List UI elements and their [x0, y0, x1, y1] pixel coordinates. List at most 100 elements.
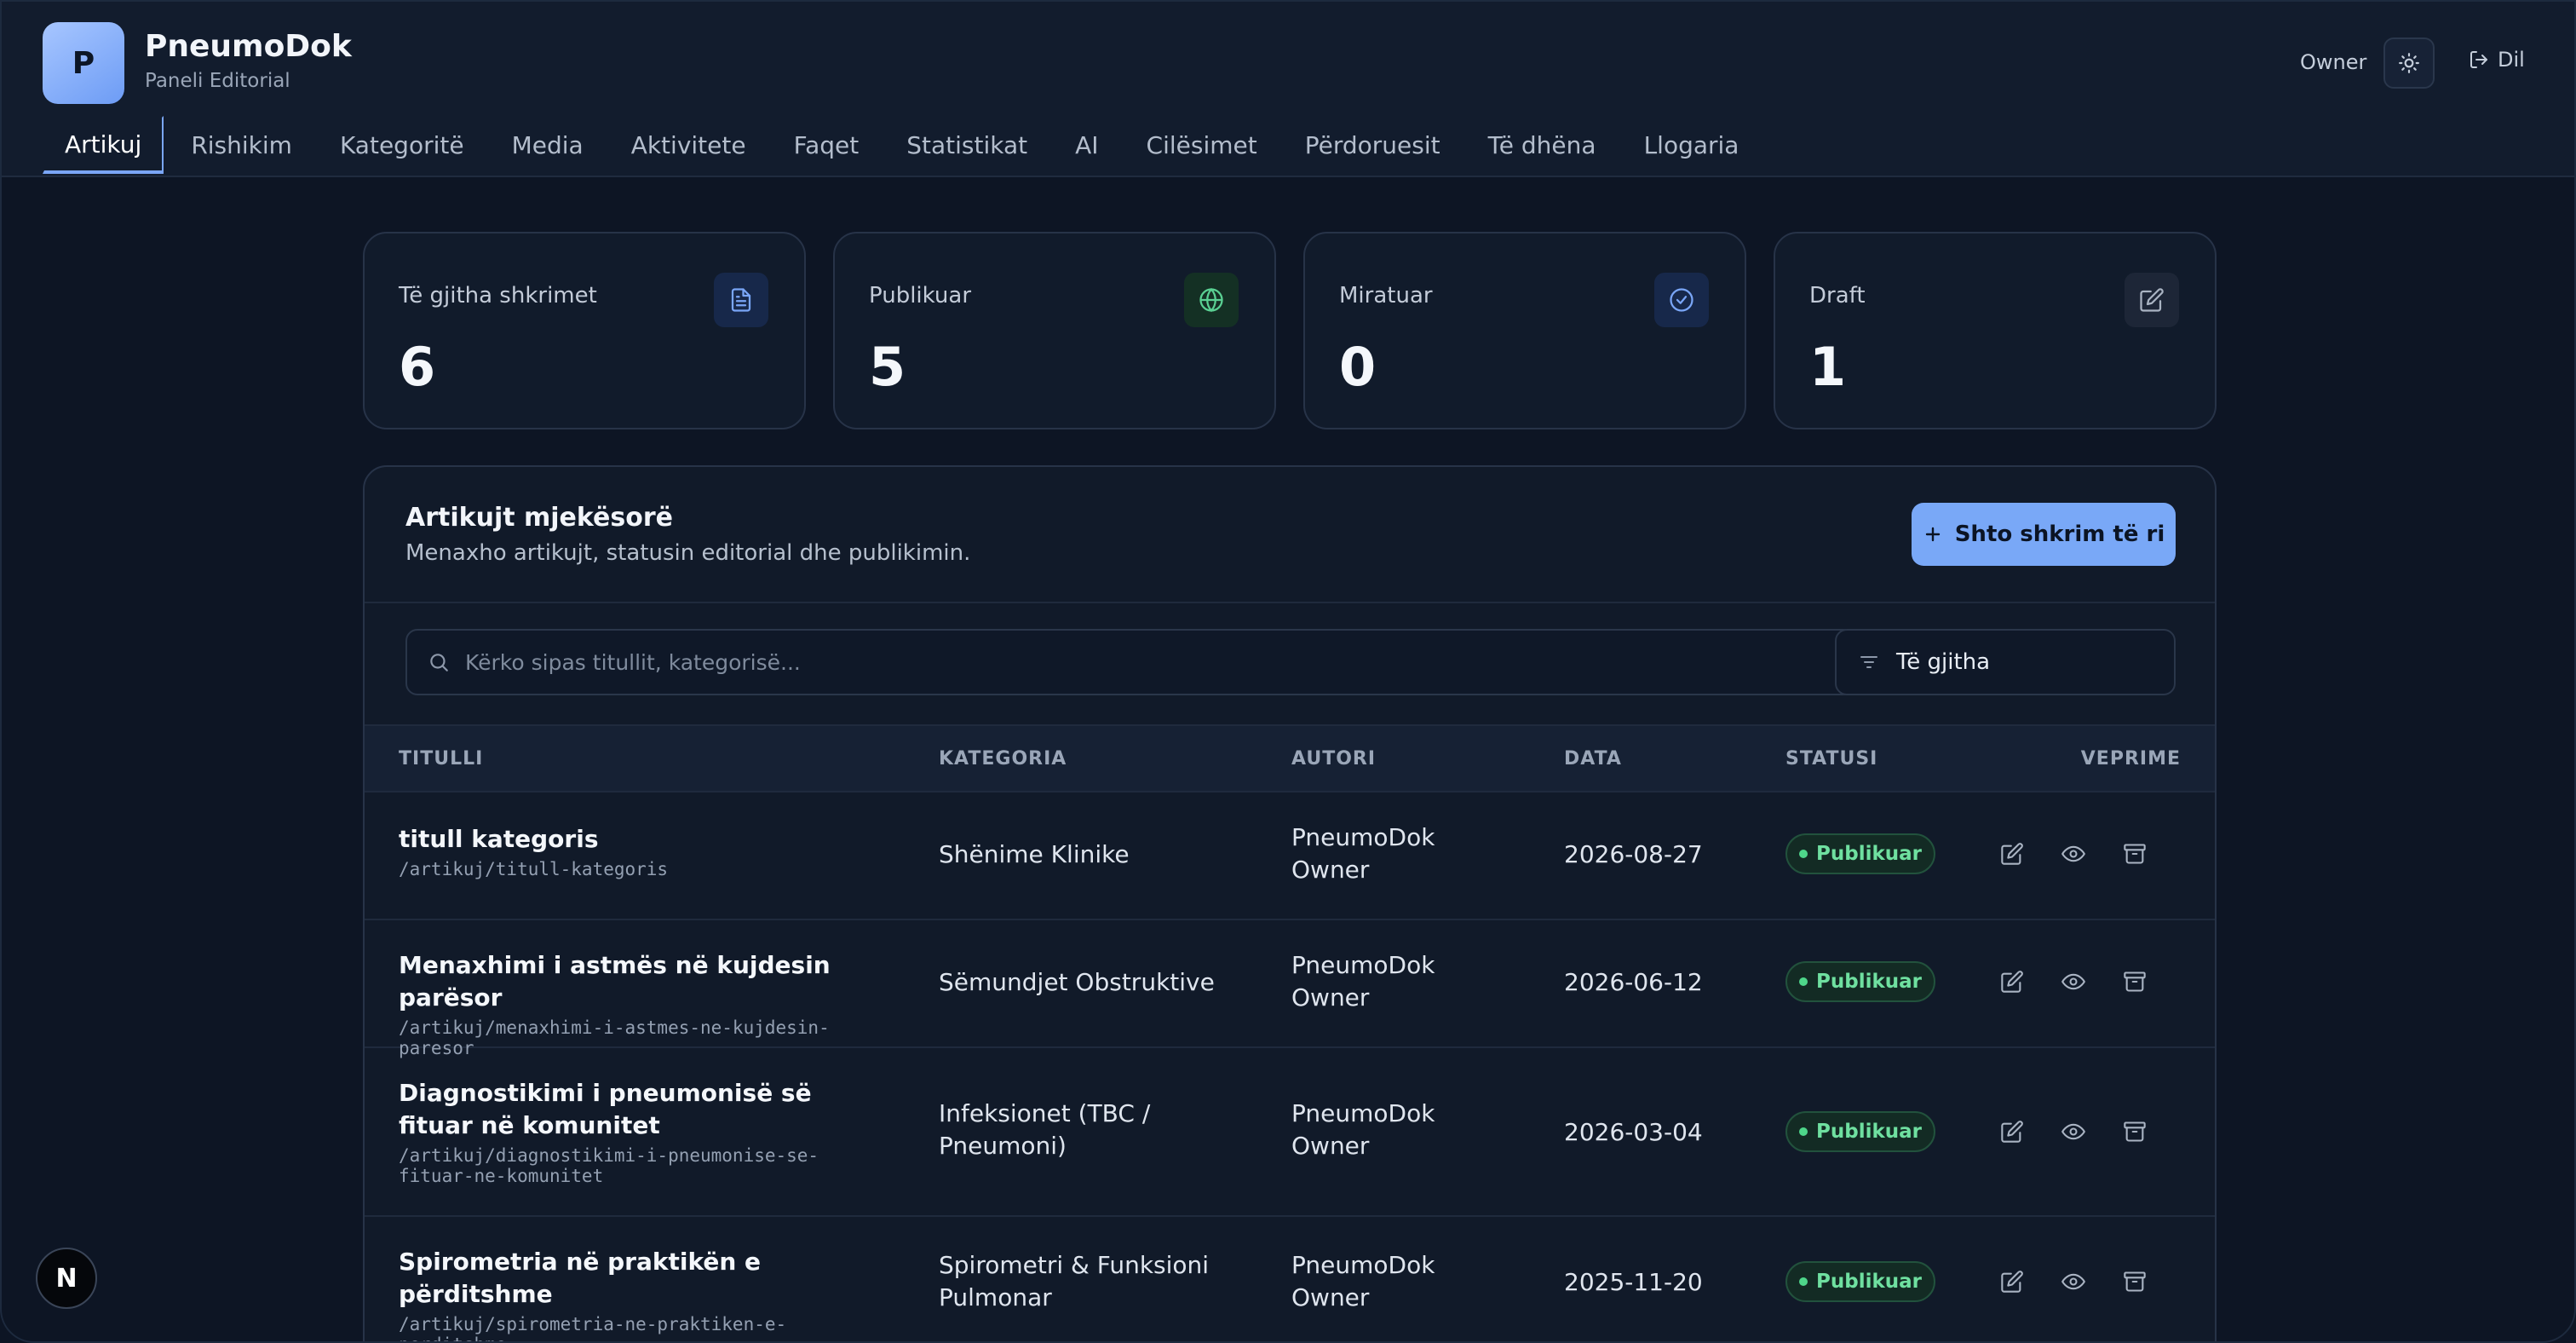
app-logo: P [43, 22, 124, 104]
tab-te-dhena[interactable]: Të dhëna [1468, 116, 1617, 174]
tab-kategorite[interactable]: Kategoritë [319, 116, 485, 174]
logout-label: Dil [2498, 48, 2525, 72]
article-date: 2025-11-20 [1564, 1268, 1703, 1296]
archive-icon [2124, 1271, 2146, 1292]
article-author: PneumoDok Owner [1291, 1251, 1435, 1311]
stat-card-published: Publikuar 5 [833, 232, 1276, 429]
archive-icon [2124, 844, 2146, 864]
article-author: PneumoDok Owner [1291, 951, 1435, 1012]
article-category: Infeksionet (TBC / Pneumoni) [939, 1099, 1151, 1160]
status-badge: Publikuar [1785, 961, 1935, 1002]
dev-tools-badge[interactable]: N [36, 1248, 97, 1309]
stat-label: Draft [1809, 283, 1866, 308]
globe-icon [1184, 273, 1239, 327]
edit-icon [2001, 971, 2023, 993]
edit-icon [2001, 1121, 2023, 1143]
app-window: P PneumoDok Paneli Editorial Owner Dil A… [0, 0, 2576, 1343]
edit-button[interactable] [1993, 963, 2031, 1000]
articles-panel: Artikujt mjekësorë Menaxho artikujt, sta… [363, 465, 2217, 1341]
article-title-cell[interactable]: titull kategoris /artikuj/titull-kategor… [399, 823, 893, 879]
logout-icon [2470, 51, 2487, 68]
add-article-button[interactable]: Shto shkrim të ri [1912, 503, 2176, 566]
edit-button[interactable] [1993, 835, 2031, 873]
check-circle-icon [1654, 273, 1709, 327]
article-date: 2026-03-04 [1564, 1118, 1703, 1146]
tab-media[interactable]: Media [492, 116, 604, 174]
edit-button[interactable] [1993, 1263, 2031, 1300]
stat-value: 1 [1809, 336, 1847, 398]
article-title[interactable]: Diagnostikimi i pneumonisë së fituar në … [399, 1077, 893, 1142]
column-header-title: TITULLI [399, 748, 484, 769]
panel-subtitle: Menaxho artikujt, statusin editorial dhe… [405, 540, 971, 566]
column-header-category: KATEGORIA [939, 748, 1067, 769]
table-header: TITULLI KATEGORIA AUTORI DATA STATUSI VE… [365, 724, 2215, 793]
article-title-cell[interactable]: Menaxhimi i astmës në kujdesin parësor /… [399, 949, 893, 1058]
tab-faqet[interactable]: Faqet [773, 116, 880, 174]
status-filter-select[interactable]: Të gjitha [1835, 629, 2176, 695]
view-button[interactable] [2055, 963, 2092, 1000]
plus-icon [1925, 527, 1940, 542]
article-slug: /artikuj/diagnostikimi-i-pneumonise-se-f… [399, 1145, 819, 1186]
document-icon [714, 273, 768, 327]
stat-card-draft: Draft 1 [1774, 232, 2217, 429]
theme-toggle-button[interactable] [2383, 37, 2435, 89]
search-input[interactable] [465, 649, 1828, 675]
tab-artikuj[interactable]: Artikuj [43, 116, 164, 174]
archive-button[interactable] [2116, 1263, 2153, 1300]
stat-value: 5 [869, 336, 906, 398]
column-header-date: DATA [1564, 748, 1622, 769]
column-header-status: STATUSI [1785, 748, 1878, 769]
status-badge: Publikuar [1785, 833, 1935, 874]
divider [365, 602, 2215, 603]
tab-rishikim[interactable]: Rishikim [170, 116, 313, 174]
eye-icon [2061, 1273, 2085, 1290]
article-title-cell[interactable]: Diagnostikimi i pneumonisë së fituar në … [399, 1077, 893, 1186]
edit-button[interactable] [1993, 1113, 2031, 1150]
stat-label: Të gjitha shkrimet [399, 283, 597, 308]
article-title[interactable]: titull kategoris [399, 823, 893, 856]
edit-icon [2001, 1271, 2023, 1293]
view-button[interactable] [2055, 1263, 2092, 1300]
column-header-author: AUTORI [1291, 748, 1377, 769]
article-author: PneumoDok Owner [1291, 1099, 1435, 1160]
stat-label: Miratuar [1339, 283, 1433, 308]
column-header-actions: VEPRIME [2080, 748, 2181, 769]
tab-statistikat[interactable]: Statistikat [886, 116, 1048, 174]
filter-icon [1860, 656, 1877, 668]
article-category: Shënime Klinike [939, 840, 1130, 868]
tab-ai[interactable]: AI [1055, 116, 1118, 174]
app-header: P PneumoDok Paneli Editorial Owner Dil A… [2, 2, 2574, 177]
article-category: Sëmundjet Obstruktive [939, 968, 1215, 996]
stat-value: 0 [1339, 336, 1377, 398]
app-subtitle: Paneli Editorial [145, 70, 290, 92]
article-title[interactable]: Spirometria në praktikën e përditshme [399, 1246, 893, 1311]
article-title[interactable]: Menaxhimi i astmës në kujdesin parësor [399, 949, 893, 1014]
article-slug: /artikuj/titull-kategoris [399, 859, 669, 879]
table-row: Diagnostikimi i pneumonisë së fituar në … [365, 1050, 2215, 1217]
view-button[interactable] [2055, 835, 2092, 873]
tab-perdoruesit[interactable]: Përdoruesit [1285, 116, 1461, 174]
table-row: Menaxhimi i astmës në kujdesin parësor /… [365, 922, 2215, 1058]
tab-aktivitete[interactable]: Aktivitete [611, 116, 767, 174]
panel-title: Artikujt mjekësorë [405, 503, 674, 533]
article-title-cell[interactable]: Spirometria në praktikën e përditshme /a… [399, 1246, 893, 1341]
status-badge: Publikuar [1785, 1111, 1935, 1152]
user-role-label: Owner [2300, 50, 2367, 74]
edit-icon [2001, 843, 2023, 865]
main-nav: Artikuj Rishikim Kategoritë Media Aktivi… [43, 116, 1766, 177]
eye-icon [2061, 1123, 2085, 1140]
edit-icon [2125, 273, 2179, 327]
archive-button[interactable] [2116, 835, 2153, 873]
logout-button[interactable]: Dil [2469, 48, 2525, 72]
tab-llogaria[interactable]: Llogaria [1624, 116, 1760, 174]
view-button[interactable] [2055, 1113, 2092, 1150]
archive-button[interactable] [2116, 1113, 2153, 1150]
search-icon [430, 654, 448, 672]
table-row: Spirometria në praktikën e përditshme /a… [365, 1219, 2215, 1341]
archive-button[interactable] [2116, 963, 2153, 1000]
search-box[interactable] [405, 629, 1855, 695]
stat-label: Publikuar [869, 283, 972, 308]
article-author: PneumoDok Owner [1291, 823, 1435, 884]
eye-icon [2061, 973, 2085, 990]
tab-cilesimet[interactable]: Cilësimet [1126, 116, 1278, 174]
